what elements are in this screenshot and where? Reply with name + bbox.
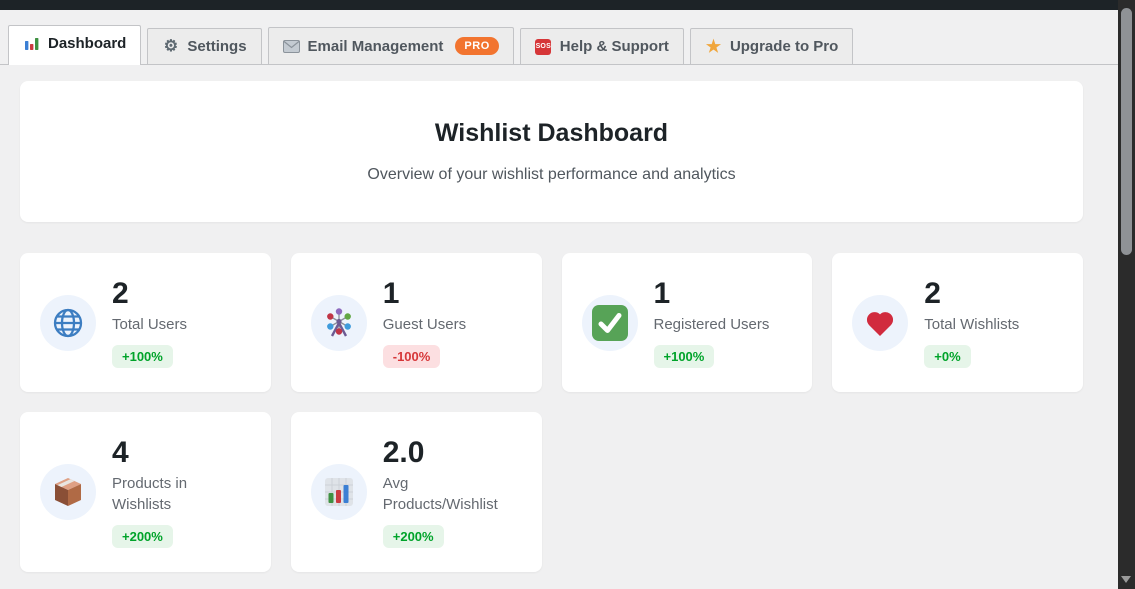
scrollbar-down-arrow-icon[interactable]: [1121, 576, 1131, 583]
stat-value: 2: [924, 277, 941, 310]
stat-label: Avg Products/Wishlist: [383, 473, 513, 515]
stat-value: 2: [112, 277, 129, 310]
admin-bar: [0, 0, 1135, 10]
bar-chart-icon: [23, 35, 40, 52]
page-title: Wishlist Dashboard: [435, 119, 668, 148]
change-badge: +200%: [112, 525, 173, 548]
dashboard-header-card: Wishlist Dashboard Overview of your wish…: [20, 81, 1083, 222]
stat-card-avg-products-wishlist: 2.0 Avg Products/Wishlist +200%: [291, 412, 542, 572]
tab-label: Dashboard: [48, 35, 126, 52]
ferris-wheel-icon: [311, 295, 367, 351]
stat-label: Guest Users: [383, 314, 466, 335]
globe-icon: [40, 295, 96, 351]
scrollbar-thumb[interactable]: [1121, 8, 1132, 255]
change-badge: +100%: [654, 345, 715, 368]
vertical-scrollbar[interactable]: [1118, 0, 1135, 589]
page-subtitle: Overview of your wishlist performance an…: [367, 166, 735, 184]
tab-label: Settings: [187, 38, 246, 55]
heart-icon: [852, 295, 908, 351]
stat-card-registered-users: 1 Registered Users +100%: [562, 253, 813, 392]
tab-upgrade-to-pro[interactable]: ★ Upgrade to Pro: [690, 28, 853, 64]
pro-badge: PRO: [455, 37, 498, 55]
tab-settings[interactable]: ⚙ Settings: [147, 28, 261, 64]
stat-card-total-wishlists: 2 Total Wishlists +0%: [832, 253, 1083, 392]
tab-label: Email Management: [308, 38, 444, 55]
tab-help-support[interactable]: SOS Help & Support: [520, 28, 684, 64]
tab-email-management[interactable]: Email Management PRO: [268, 27, 514, 64]
change-badge: +0%: [924, 345, 970, 368]
stat-card-guest-users: 1 Guest Users -100%: [291, 253, 542, 392]
stat-value: 4: [112, 436, 129, 469]
tab-dashboard[interactable]: Dashboard: [8, 25, 141, 65]
bar-chart-panel-icon: [311, 464, 367, 520]
stat-label: Registered Users: [654, 314, 770, 335]
package-icon: [40, 464, 96, 520]
check-mark-icon: [582, 295, 638, 351]
star-icon: ★: [705, 38, 722, 55]
envelope-icon: [283, 38, 300, 55]
stat-card-products-in-wishlists: 4 Products in Wishlists +200%: [20, 412, 271, 572]
stat-value: 2.0: [383, 436, 425, 469]
change-badge: -100%: [383, 345, 441, 368]
stat-label: Total Wishlists: [924, 314, 1019, 335]
tab-bar: Dashboard ⚙ Settings Email Management PR…: [0, 25, 1118, 65]
stat-label: Total Users: [112, 314, 187, 335]
gear-icon: ⚙: [162, 38, 179, 55]
stat-label: Products in Wishlists: [112, 473, 242, 515]
stat-card-total-users: 2 Total Users +100%: [20, 253, 271, 392]
tab-label: Help & Support: [560, 38, 669, 55]
tab-label: Upgrade to Pro: [730, 38, 838, 55]
stat-value: 1: [383, 277, 400, 310]
sos-icon: SOS: [535, 38, 552, 55]
change-badge: +200%: [383, 525, 444, 548]
change-badge: +100%: [112, 345, 173, 368]
stat-value: 1: [654, 277, 671, 310]
stats-grid: 2 Total Users +100%: [20, 253, 1083, 572]
